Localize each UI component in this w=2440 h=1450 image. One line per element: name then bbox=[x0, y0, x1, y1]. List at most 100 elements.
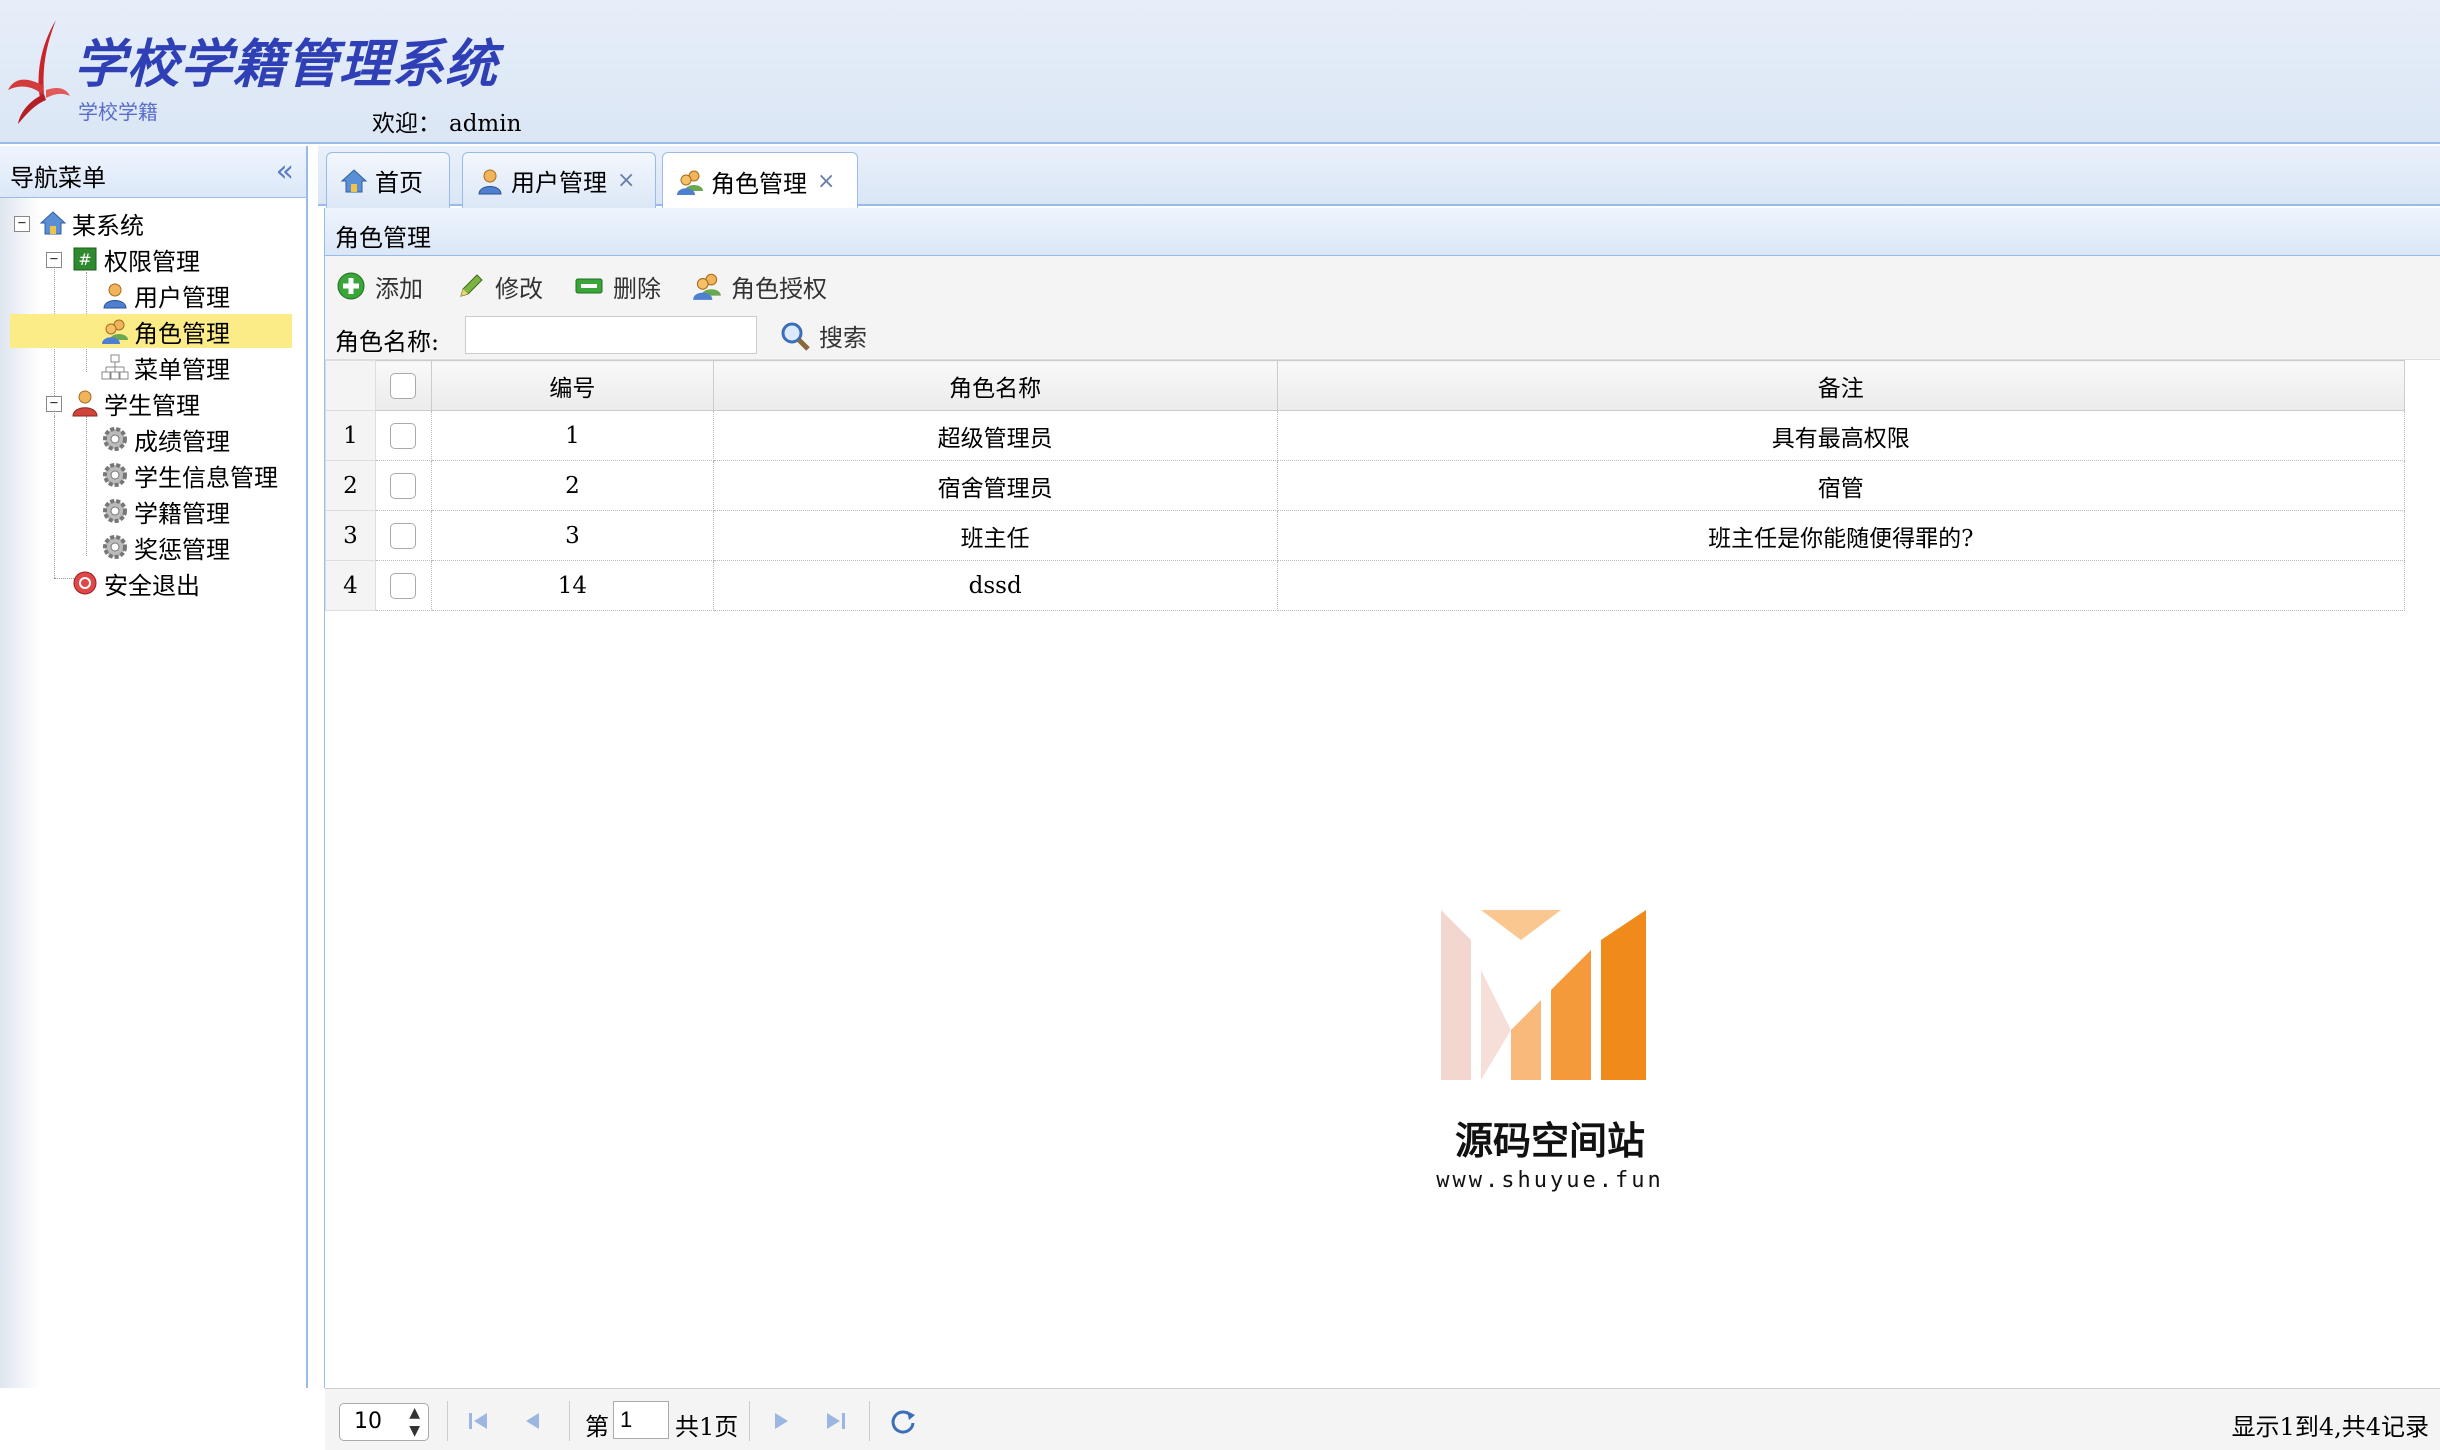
tree-item-user-mgmt[interactable]: 用户管理 bbox=[100, 278, 230, 312]
search-icon bbox=[779, 320, 811, 352]
page-size-value: 10 bbox=[354, 1409, 382, 1434]
sitemap-icon bbox=[100, 352, 130, 382]
cell-remark: 宿管 bbox=[1277, 461, 2404, 511]
column-header-id[interactable]: 编号 bbox=[431, 361, 713, 411]
tree-item-permissions[interactable]: # 权限管理 bbox=[70, 242, 200, 276]
double-chevron-left-icon[interactable]: « bbox=[276, 154, 294, 189]
cell-id: 1 bbox=[431, 411, 713, 461]
authorize-button-label: 角色授权 bbox=[731, 269, 827, 304]
pencil-icon bbox=[455, 270, 487, 302]
last-page-icon[interactable] bbox=[819, 1405, 851, 1437]
pager-separator bbox=[869, 1401, 870, 1441]
role-grid: 编号 角色名称 备注 1 1 超级管理员 具有最高权限 bbox=[325, 360, 2440, 1308]
page-number-input[interactable] bbox=[613, 1401, 669, 1439]
collapse-toggle[interactable]: − bbox=[14, 216, 30, 232]
authorize-button[interactable]: 角色授权 bbox=[691, 268, 827, 304]
user-icon bbox=[475, 166, 505, 196]
rownum-header bbox=[326, 361, 376, 411]
search-button[interactable]: 搜索 bbox=[779, 318, 867, 353]
tree-item-label: 学生管理 bbox=[104, 386, 200, 421]
panel-header: 角色管理 bbox=[325, 208, 2440, 256]
tree-item-label: 权限管理 bbox=[104, 242, 200, 277]
select-all-header bbox=[375, 361, 431, 411]
row-number: 4 bbox=[326, 561, 376, 611]
tree-item-menu-mgmt[interactable]: 菜单管理 bbox=[100, 350, 230, 384]
role-panel: 角色管理 添加 修改 删除 角色授权 角色名称: 搜索 bbox=[324, 208, 2440, 1388]
page-size-select[interactable]: 10 ▲▼ bbox=[339, 1403, 429, 1441]
tree-item-root[interactable]: 某系统 bbox=[38, 206, 144, 240]
page-label-pre: 第 bbox=[585, 1407, 609, 1442]
main-area: 首页 用户管理 × 角色管理 × 角色管理 添加 修改 bbox=[318, 146, 2440, 1388]
tree-item-role-mgmt[interactable]: 角色管理 bbox=[10, 314, 292, 348]
row-number: 1 bbox=[326, 411, 376, 461]
row-checkbox[interactable] bbox=[390, 473, 416, 499]
row-filler bbox=[2404, 461, 2440, 511]
select-all-checkbox[interactable] bbox=[390, 373, 416, 399]
cell-name: 宿舍管理员 bbox=[713, 461, 1277, 511]
table-row[interactable]: 4 14 dssd bbox=[326, 561, 2440, 611]
tree-item-logout[interactable]: 安全退出 bbox=[70, 566, 200, 600]
tab-role-mgmt[interactable]: 角色管理 × bbox=[662, 152, 858, 210]
close-icon[interactable]: × bbox=[817, 169, 835, 194]
next-page-icon[interactable] bbox=[765, 1405, 797, 1437]
table-row[interactable]: 2 2 宿舍管理员 宿管 bbox=[326, 461, 2440, 511]
tree-item-rewards[interactable]: 奖惩管理 bbox=[100, 530, 230, 564]
pager: 10 ▲▼ 第 共1页 显示1到4,共4记录 bbox=[325, 1388, 2440, 1450]
tree-item-label: 用户管理 bbox=[134, 278, 230, 313]
exit-icon bbox=[70, 568, 100, 598]
student-icon bbox=[70, 388, 100, 418]
tab-user-mgmt[interactable]: 用户管理 × bbox=[462, 152, 656, 208]
add-button-label: 添加 bbox=[375, 269, 423, 304]
cell-id: 3 bbox=[431, 511, 713, 561]
tree-item-student-info[interactable]: 学生信息管理 bbox=[100, 458, 278, 492]
edit-button-label: 修改 bbox=[495, 269, 543, 304]
tab-home[interactable]: 首页 bbox=[326, 152, 450, 208]
table-row[interactable]: 3 3 班主任 班主任是你能随便得罪的? bbox=[326, 511, 2440, 561]
collapse-toggle[interactable]: − bbox=[46, 396, 62, 412]
table-row[interactable]: 1 1 超级管理员 具有最高权限 bbox=[326, 411, 2440, 461]
refresh-icon[interactable] bbox=[887, 1405, 919, 1437]
role-name-search-input[interactable] bbox=[465, 316, 757, 354]
search-label: 角色名称: bbox=[335, 322, 439, 357]
column-header-name[interactable]: 角色名称 bbox=[713, 361, 1277, 411]
tree-item-enrollment[interactable]: 学籍管理 bbox=[100, 494, 230, 528]
row-checkbox[interactable] bbox=[390, 573, 416, 599]
tree-item-grades[interactable]: 成绩管理 bbox=[100, 422, 230, 456]
header-filler bbox=[2404, 361, 2440, 411]
add-button[interactable]: 添加 bbox=[335, 268, 423, 304]
row-select-cell bbox=[375, 411, 431, 461]
pager-info: 显示1到4,共4记录 bbox=[2232, 1407, 2429, 1442]
cell-name: 超级管理员 bbox=[713, 411, 1277, 461]
delete-button-label: 删除 bbox=[613, 269, 661, 304]
minus-icon bbox=[573, 270, 605, 302]
tree-item-label: 安全退出 bbox=[104, 566, 200, 601]
edit-button[interactable]: 修改 bbox=[455, 268, 543, 304]
tree-item-label: 成绩管理 bbox=[134, 422, 230, 457]
row-checkbox[interactable] bbox=[390, 423, 416, 449]
user-icon bbox=[100, 280, 130, 310]
gear-icon bbox=[100, 460, 130, 490]
username: admin bbox=[449, 111, 521, 137]
row-checkbox[interactable] bbox=[390, 523, 416, 549]
watermark-text: 源码空间站 bbox=[1425, 1110, 1675, 1165]
users-icon bbox=[691, 270, 723, 302]
column-header-remark[interactable]: 备注 bbox=[1277, 361, 2404, 411]
prev-page-icon[interactable] bbox=[517, 1405, 549, 1437]
collapse-toggle[interactable]: − bbox=[46, 252, 62, 268]
tab-label: 角色管理 bbox=[711, 164, 807, 199]
gear-icon bbox=[100, 496, 130, 526]
table-header-row: 编号 角色名称 备注 bbox=[326, 361, 2440, 411]
tree-item-label: 学生信息管理 bbox=[134, 458, 278, 493]
close-icon[interactable]: × bbox=[617, 168, 635, 193]
nav-header: 导航菜单 « bbox=[0, 146, 306, 198]
search-button-label: 搜索 bbox=[819, 318, 867, 353]
first-page-icon[interactable] bbox=[463, 1405, 495, 1437]
watermark-logo-icon bbox=[1441, 910, 1651, 1086]
delete-button[interactable]: 删除 bbox=[573, 268, 661, 304]
tree-item-label: 角色管理 bbox=[134, 314, 230, 349]
tree-line bbox=[86, 416, 87, 556]
grid-icon: # bbox=[70, 244, 100, 274]
watermark-url: www.shuyue.fun bbox=[1405, 1168, 1695, 1193]
gear-icon bbox=[100, 532, 130, 562]
tree-item-student-mgmt[interactable]: 学生管理 bbox=[70, 386, 200, 420]
